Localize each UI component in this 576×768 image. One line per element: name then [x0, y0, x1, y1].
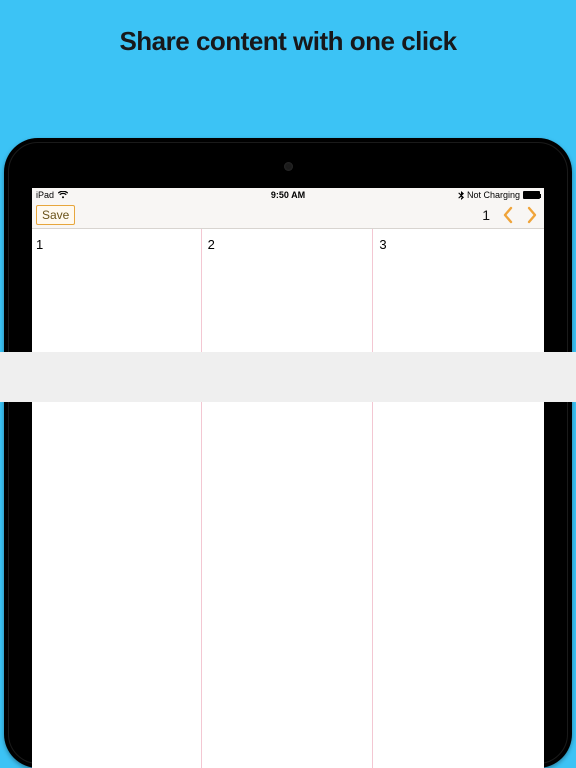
prev-page-button[interactable]: [502, 206, 514, 224]
columns-area[interactable]: 1 2 3: [32, 229, 544, 768]
page-number: 1: [482, 207, 490, 223]
device-frame: iPad 9:50 AM Not Charging Save 1: [4, 138, 572, 768]
chevron-left-icon: [502, 206, 514, 224]
status-bar: iPad 9:50 AM Not Charging: [32, 188, 544, 202]
device-screen: iPad 9:50 AM Not Charging Save 1: [32, 188, 544, 768]
column-label: 1: [36, 237, 43, 252]
chevron-right-icon: [526, 206, 538, 224]
save-button[interactable]: Save: [36, 205, 75, 225]
toolbar: Save 1: [32, 202, 544, 229]
column[interactable]: 1: [32, 229, 202, 768]
next-page-button[interactable]: [526, 206, 538, 224]
clock: 9:50 AM: [32, 190, 544, 200]
marketing-headline: Share content with one click: [0, 0, 576, 57]
column-label: 3: [379, 237, 386, 252]
column[interactable]: 2: [202, 229, 374, 768]
highlight-band: [0, 352, 576, 402]
column-label: 2: [208, 237, 215, 252]
battery-icon: [523, 191, 540, 199]
column[interactable]: 3: [373, 229, 544, 768]
